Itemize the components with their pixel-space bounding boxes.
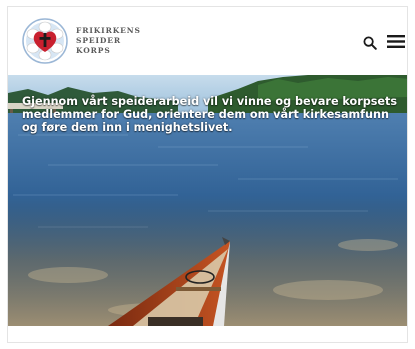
logo-wordmark[interactable]: FRIKIRKENS SPEIDER KORPS bbox=[76, 26, 141, 56]
logo-line-2: SPEIDER bbox=[76, 36, 122, 45]
hero-mission-text: Gjennom vårt speiderarbeid vil vi vinne … bbox=[22, 95, 398, 134]
menu-button[interactable] bbox=[387, 34, 405, 49]
search-button[interactable] bbox=[363, 35, 377, 50]
content-area-below-hero bbox=[8, 326, 407, 342]
logo-line-3: KORPS bbox=[76, 46, 111, 55]
search-icon bbox=[363, 36, 377, 50]
hamburger-menu-icon bbox=[387, 35, 405, 48]
site-header: FRIKIRKENS SPEIDER KORPS bbox=[8, 7, 407, 75]
luther-rose-logo-icon bbox=[22, 18, 68, 64]
logo-emblem[interactable] bbox=[22, 18, 68, 64]
hero-banner: Gjennom vårt speiderarbeid vil vi vinne … bbox=[8, 75, 407, 326]
page-frame: FRIKIRKENS SPEIDER KORPS Gjennom vårt sp… bbox=[7, 6, 408, 343]
logo-line-1: FRIKIRKENS bbox=[76, 26, 141, 35]
